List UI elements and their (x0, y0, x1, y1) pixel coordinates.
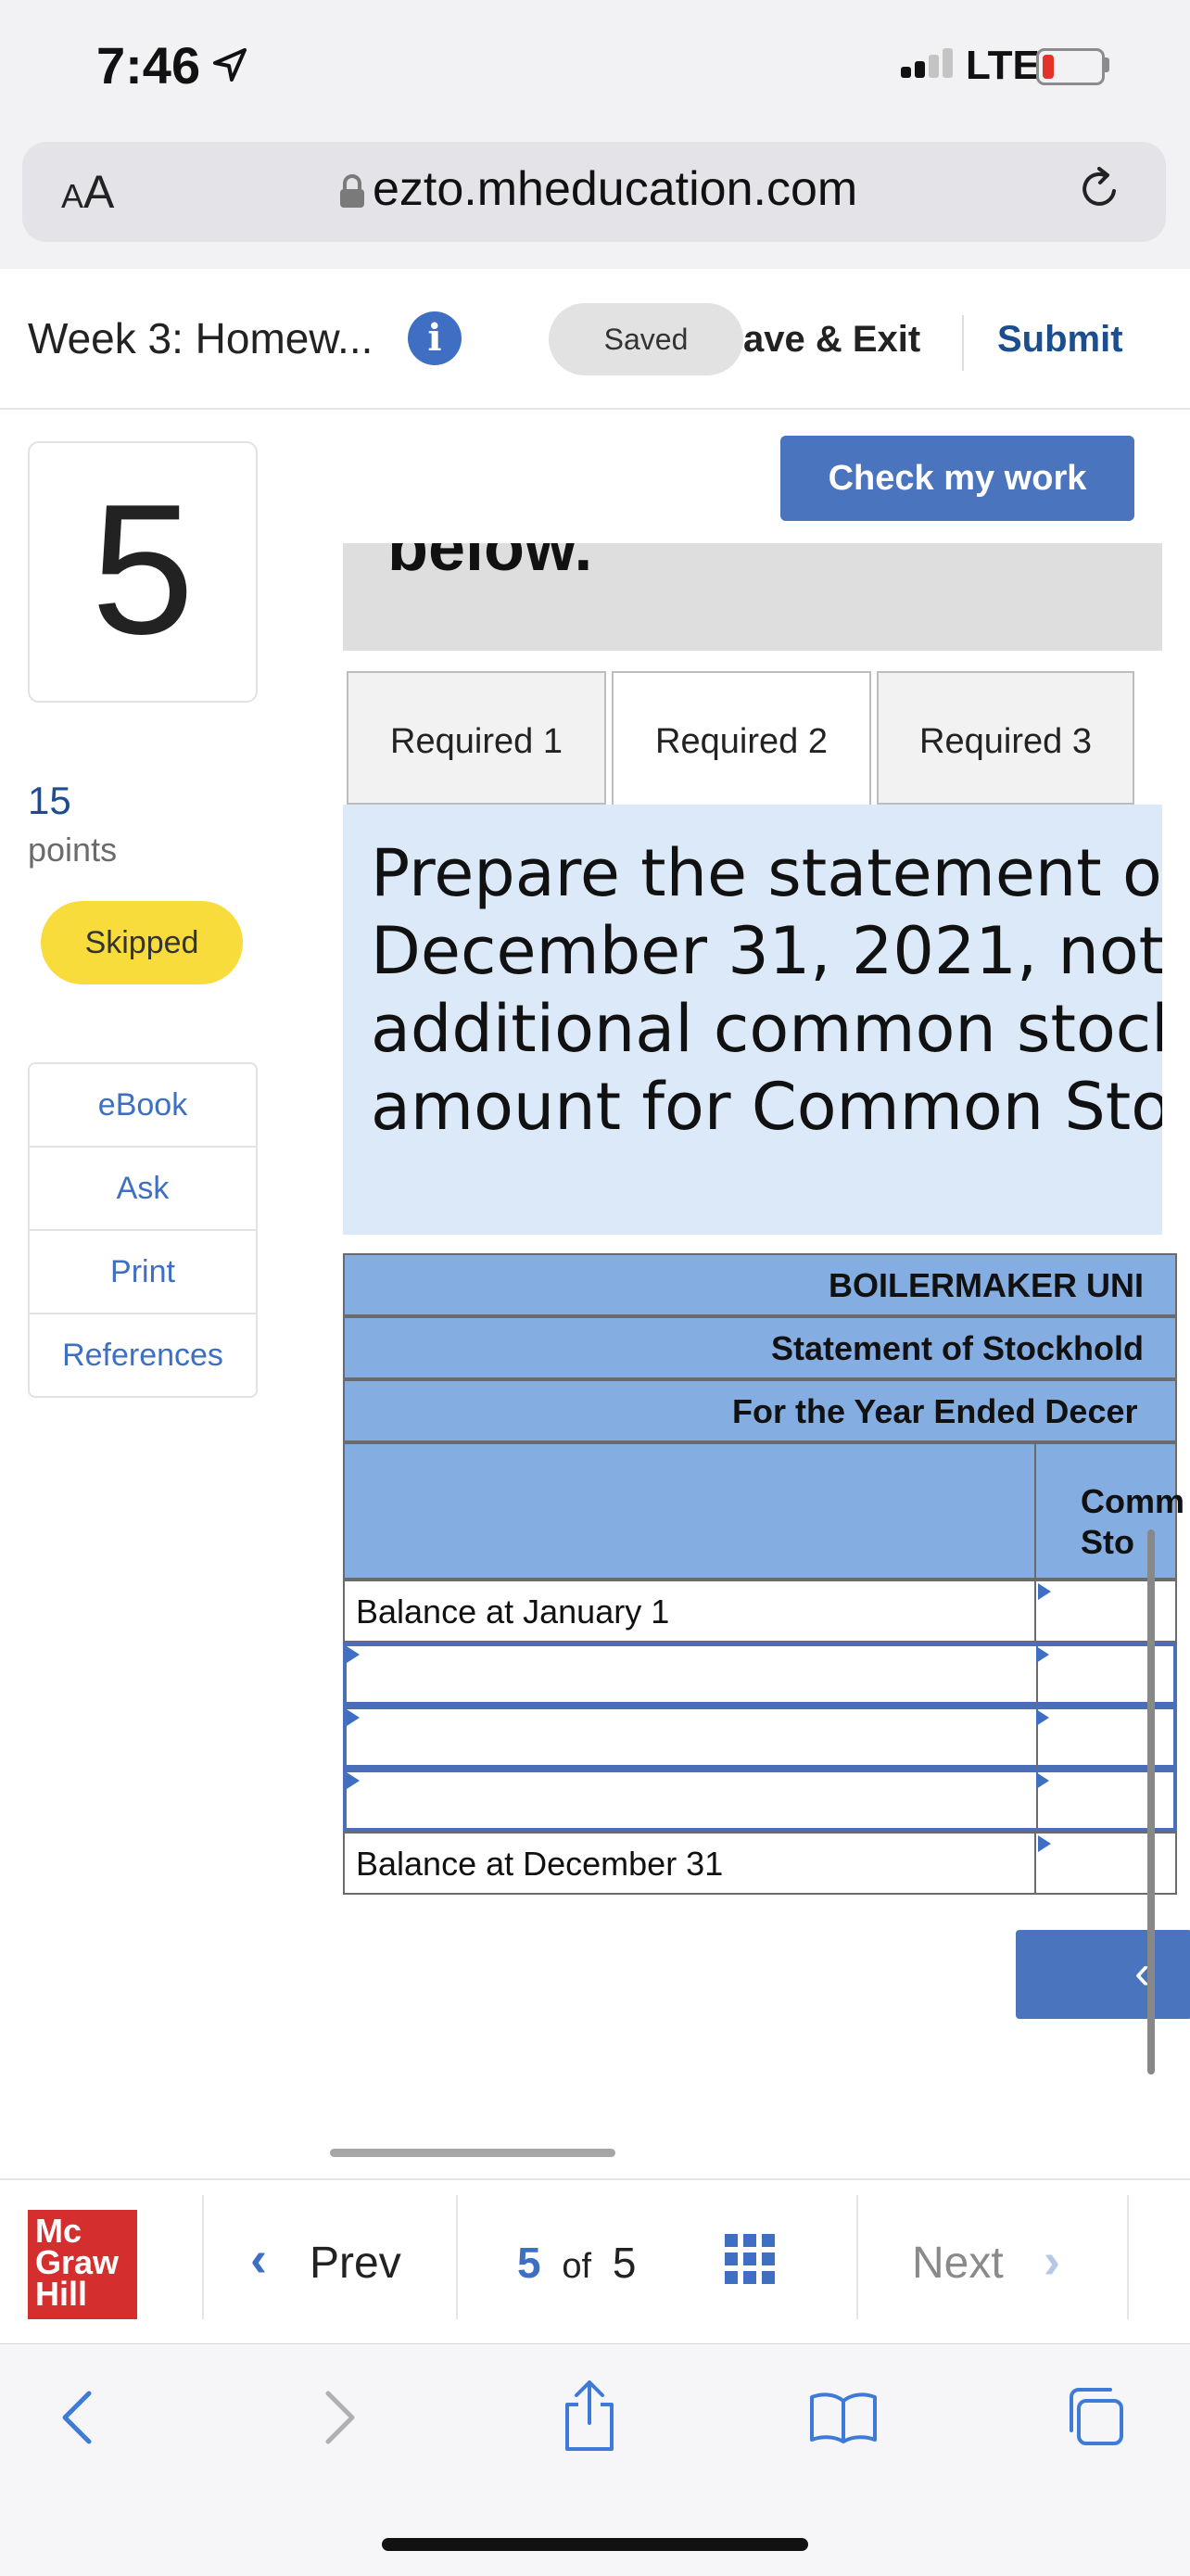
info-icon[interactable]: i (408, 311, 462, 365)
page-of: of (562, 2247, 592, 2286)
submit-button[interactable]: Submit (997, 319, 1123, 361)
tab-required-3[interactable]: Required 3 (877, 671, 1134, 805)
nav-divider (856, 2195, 858, 2319)
assignment-title[interactable]: Week 3: Homew... (28, 313, 373, 363)
logo-line: Hill (35, 2275, 88, 2313)
row-label: Balance at January 1 (356, 1593, 670, 1631)
common-stock-header: Comm Sto (1081, 1482, 1185, 1561)
table-row-input[interactable] (343, 1643, 1177, 1707)
instructions-panel: Prepare the statement of December 31, 202… (343, 805, 1162, 1235)
battery-nub (1105, 57, 1109, 72)
url-domain[interactable]: ezto.mheducation.com (373, 161, 857, 217)
forward-icon[interactable] (321, 2390, 358, 2445)
table-scroll-button[interactable] (1016, 1930, 1190, 2019)
saved-indicator: Saved (549, 303, 743, 375)
references-link[interactable]: References (30, 1314, 256, 1396)
table-row-input[interactable] (343, 1769, 1177, 1834)
table-company-row: BOILERMAKER UNI (343, 1253, 1177, 1316)
points-label: points (28, 831, 118, 869)
header-divider (962, 315, 964, 371)
bookmarks-icon[interactable] (808, 2392, 879, 2443)
points-value: 15 (28, 779, 71, 822)
table-row: Balance at January 1 (343, 1580, 1177, 1643)
statement-title: Statement of Stockhold (771, 1329, 1145, 1367)
row-label: Balance at December 31 (356, 1845, 724, 1883)
reload-icon[interactable] (1077, 165, 1123, 213)
table-row: Balance at December 31 (343, 1832, 1177, 1895)
print-link[interactable]: Print (30, 1231, 256, 1314)
table-row-input[interactable] (343, 1706, 1177, 1770)
table-period-row: For the Year Ended Decer (343, 1379, 1177, 1442)
instructions-line: December 31, 2021, note (371, 913, 1162, 989)
location-arrow-icon (213, 48, 247, 82)
table-statement-row: Statement of Stockhold (343, 1316, 1177, 1379)
prev-button[interactable]: Prev (310, 2238, 401, 2289)
column-separator (1034, 1444, 1036, 1580)
page-indicator[interactable]: 5 of 5 (517, 2238, 636, 2288)
ebook-link[interactable]: eBook (30, 1064, 256, 1148)
back-icon[interactable] (59, 2390, 96, 2445)
nav-divider (456, 2195, 458, 2319)
tab-required-2[interactable]: Required 2 (612, 671, 871, 806)
input-marker-icon (1038, 1583, 1051, 1600)
tab-required-1[interactable]: Required 1 (347, 671, 606, 805)
total-pages: 5 (612, 2239, 637, 2287)
input-marker-icon (347, 1709, 360, 1726)
logo-line: Mc (35, 2212, 82, 2250)
question-number: 5 (91, 466, 195, 673)
horizontal-scrollbar[interactable] (330, 2149, 615, 2157)
text-size-button[interactable]: AA (61, 165, 114, 219)
instructions-line: amount for Common Stoc (371, 1069, 1162, 1145)
ask-link[interactable]: Ask (30, 1148, 256, 1231)
nav-divider (1127, 2195, 1129, 2319)
company-name: BOILERMAKER UNI (829, 1266, 1144, 1304)
input-marker-icon (1036, 1646, 1049, 1663)
status-time: 7:46 (96, 36, 201, 95)
instructions-line: additional common stock (371, 991, 1162, 1067)
input-marker-icon (1036, 1772, 1049, 1789)
next-button[interactable]: Next (912, 2238, 1004, 2289)
input-marker-icon (347, 1772, 360, 1789)
statement-period: For the Year Ended Decer (732, 1392, 1138, 1430)
current-page: 5 (517, 2239, 541, 2287)
lock-icon (340, 174, 364, 208)
instructions-line: Prepare the statement of (371, 835, 1162, 911)
vertical-scrollbar[interactable] (1147, 1529, 1155, 2075)
check-my-work-button[interactable]: Check my work (780, 436, 1134, 521)
chevron-right-icon: › (1044, 2233, 1060, 2289)
column-separator (1034, 1581, 1036, 1643)
column-header-row: Comm Sto (343, 1442, 1184, 1580)
home-indicator (382, 2538, 808, 2551)
question-banner: below. (343, 543, 1162, 651)
signal-icon (901, 46, 955, 78)
logo-line: Graw (35, 2243, 120, 2281)
text-size-small: A (61, 177, 84, 215)
instructions-text: Prepare the statement of December 31, 202… (371, 834, 1162, 1146)
text-size-large: A (83, 166, 115, 218)
mcgraw-hill-logo: Mc Graw Hill (28, 2210, 137, 2319)
column-separator (1034, 1834, 1036, 1895)
network-type: LTE (966, 43, 1040, 88)
input-marker-icon (1036, 1709, 1049, 1726)
save-exit-button[interactable]: ave & Exit (743, 319, 920, 361)
input-marker-icon (1038, 1835, 1051, 1852)
tabs-icon[interactable] (1062, 2384, 1127, 2449)
chevron-left-icon: ‹ (250, 2231, 267, 2287)
grid-icon[interactable] (725, 2234, 777, 2286)
status-badge: Skipped (41, 901, 243, 984)
banner-text: below. (387, 543, 593, 585)
battery-icon (1036, 48, 1105, 85)
nav-divider (202, 2195, 204, 2319)
share-icon[interactable] (560, 2379, 619, 2453)
resource-list: eBook Ask Print References (28, 1062, 258, 1398)
input-marker-icon (347, 1646, 360, 1663)
